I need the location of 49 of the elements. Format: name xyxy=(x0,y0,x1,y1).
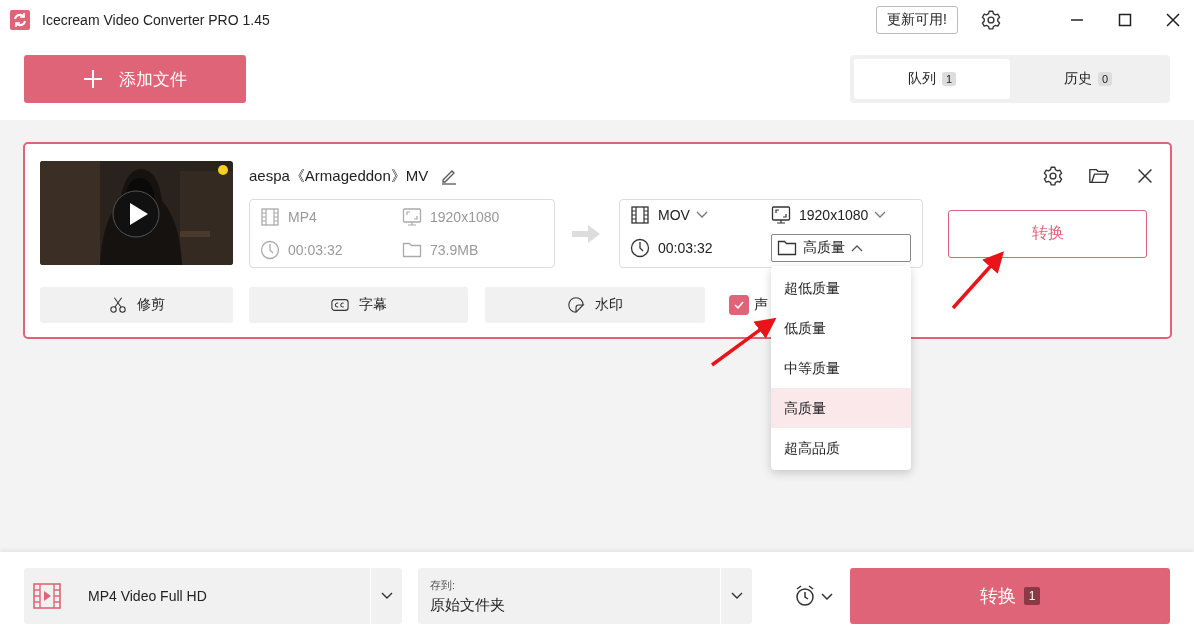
clock-icon xyxy=(630,238,650,259)
window-title: Icecream Video Converter PRO 1.45 xyxy=(42,12,270,28)
plus-icon xyxy=(83,69,103,89)
save-location-dropdown[interactable]: 存到: 原始文件夹 xyxy=(418,568,752,624)
scissors-icon xyxy=(108,296,127,314)
monitor-icon xyxy=(402,206,422,227)
preset-dropdown[interactable]: MP4 Video Full HD xyxy=(24,568,402,624)
resolution-dropdown[interactable]: 1920x1080 xyxy=(799,206,887,223)
file-size: 73.9MB xyxy=(430,242,479,259)
chevron-down-icon xyxy=(380,592,393,600)
annotation-arrow xyxy=(951,251,1004,310)
update-button[interactable]: 更新可用! xyxy=(876,6,958,34)
close-icon[interactable] xyxy=(1166,13,1180,27)
maximize-icon[interactable] xyxy=(1118,13,1132,27)
settings-icon[interactable] xyxy=(980,9,1002,31)
quality-option[interactable]: 超高品质 xyxy=(771,428,911,469)
source-duration: 00:03:32 xyxy=(288,242,343,259)
tab[interactable]: 队列 1 xyxy=(854,59,1010,99)
sticker-icon xyxy=(567,296,585,314)
quality-dropdown[interactable]: 高质量 xyxy=(771,234,911,263)
chevron-down-icon xyxy=(730,592,743,600)
quality-option[interactable]: 超低质量 xyxy=(771,268,911,309)
check-icon xyxy=(733,299,745,311)
watermark-button[interactable]: 水印 xyxy=(485,287,705,323)
tab[interactable]: 历史 0 xyxy=(1010,59,1166,99)
film-icon xyxy=(630,204,650,225)
chevron-down-icon xyxy=(695,210,708,219)
quality-option[interactable]: 低质量 xyxy=(771,308,911,349)
video-file-icon xyxy=(32,581,62,611)
quality-option[interactable]: 中等质量 xyxy=(771,348,911,389)
output-format-dropdown[interactable]: MOV xyxy=(658,206,708,223)
chevron-down-icon xyxy=(874,210,887,219)
cc-icon xyxy=(330,296,349,314)
output-duration: 00:03:32 xyxy=(658,240,713,257)
annotation-arrow xyxy=(710,317,777,367)
monitor-icon xyxy=(771,204,791,225)
settings-icon[interactable] xyxy=(1042,165,1064,187)
source-format: MP4 xyxy=(288,208,317,225)
trim-button[interactable]: 修剪 xyxy=(40,287,233,323)
app-logo-icon xyxy=(10,10,30,30)
clock-icon xyxy=(260,240,280,261)
chevron-icon xyxy=(851,244,863,253)
video-title: aespa《Armageddon》MV xyxy=(249,166,429,186)
subtitles-button[interactable]: 字幕 xyxy=(249,287,468,323)
alarm-clock-icon[interactable] xyxy=(794,584,834,608)
film-icon xyxy=(260,206,280,227)
convert-all-button[interactable]: 转换 1 xyxy=(850,568,1170,624)
quality-option[interactable]: 高质量 xyxy=(771,388,911,429)
source-resolution: 1920x1080 xyxy=(430,208,500,225)
